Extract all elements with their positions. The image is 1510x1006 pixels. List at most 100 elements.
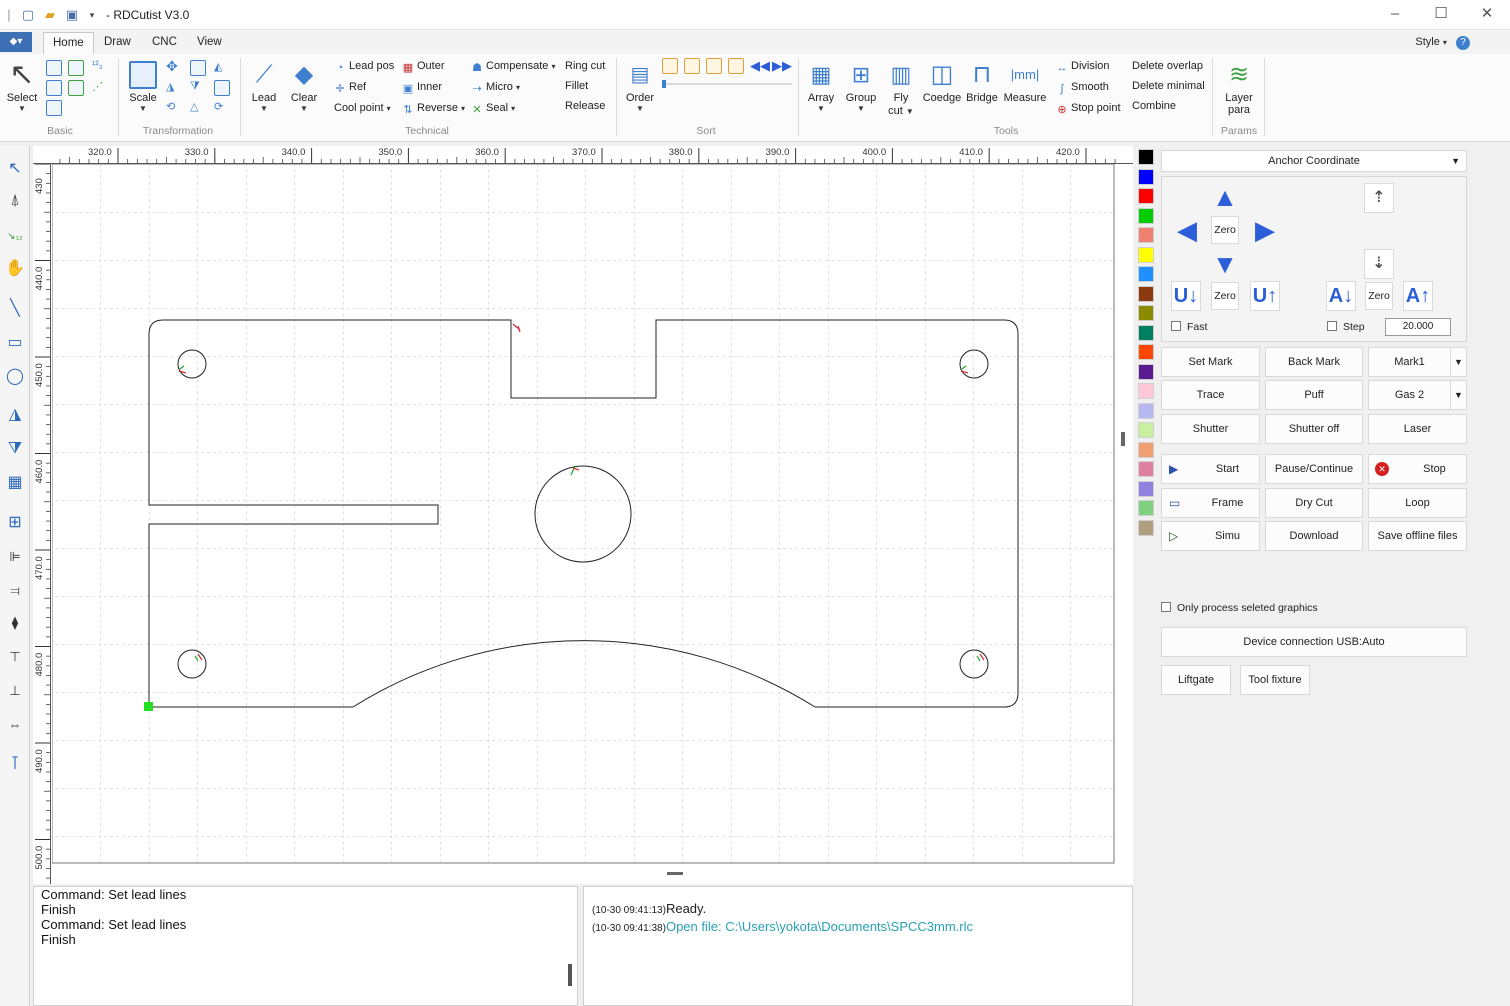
mirror-icon[interactable]: ◮ <box>4 404 26 426</box>
lead-pos-button[interactable]: ◔ Lead pos <box>334 60 395 74</box>
layer-color-swatch[interactable] <box>1138 168 1154 185</box>
group-button[interactable]: ⊞ Group ▼ <box>842 58 880 113</box>
layer-color-swatch[interactable] <box>1138 480 1154 497</box>
laser-button[interactable]: Laser <box>1368 414 1467 444</box>
sort-icon-3[interactable] <box>706 58 722 74</box>
log-text-link[interactable]: Open file: C:\Users\yokota\Documents\SPC… <box>666 919 973 934</box>
rotate-ccw-icon[interactable]: △ <box>190 100 206 116</box>
folder-select-icon[interactable] <box>68 80 84 96</box>
frame-select-icon[interactable] <box>46 100 62 116</box>
layer-color-swatch[interactable] <box>1138 363 1154 380</box>
gas-select[interactable]: Gas 2 ▼ <box>1368 380 1467 410</box>
pointer-icon[interactable]: ↖ <box>4 158 26 180</box>
order-numbers-icon[interactable]: ↘₁₂ <box>4 226 26 248</box>
save-icon[interactable]: ▣ <box>64 7 80 23</box>
a-up-button[interactable]: A↑ <box>1403 281 1433 311</box>
open-folder-icon[interactable]: ▰ <box>42 7 58 23</box>
align-icon[interactable]: ◭ <box>214 60 230 76</box>
layer-color-swatch[interactable] <box>1138 149 1154 165</box>
align-bottom-icon[interactable]: ⊥ <box>4 680 26 702</box>
set-mark-button[interactable]: Set Mark <box>1161 347 1260 377</box>
step-input[interactable]: 20.000 <box>1385 318 1451 336</box>
layer-color-swatch[interactable] <box>1138 227 1154 243</box>
layer-color-swatch[interactable] <box>1138 441 1154 458</box>
maximize-button[interactable]: ☐ <box>1426 4 1456 24</box>
flip-icon[interactable]: ⧩ <box>4 438 26 460</box>
liftgate-button[interactable]: Liftgate <box>1161 665 1231 695</box>
minimize-button[interactable]: – <box>1380 4 1410 24</box>
distribute-icon[interactable]: ⇔ <box>4 714 26 736</box>
node-edit-icon[interactable]: ⍋ <box>4 190 26 212</box>
layer-color-swatch[interactable] <box>1138 383 1154 399</box>
layer-color-swatch[interactable] <box>1138 500 1154 516</box>
mirror-v-icon[interactable]: ⧩ <box>190 80 206 96</box>
shutter-off-button[interactable]: Shutter off <box>1265 414 1363 444</box>
fillet-button[interactable]: Fillet <box>565 80 588 92</box>
sort-icon-2[interactable] <box>684 58 700 74</box>
tab-cnc[interactable]: CNC <box>143 32 186 54</box>
array-button[interactable]: ▦ Array ▼ <box>804 58 838 113</box>
u-down-button[interactable]: U↓ <box>1171 281 1201 311</box>
head-down-button[interactable]: ⇣ <box>1364 249 1394 279</box>
sort-slider-track[interactable] <box>662 83 792 85</box>
skew-icon[interactable] <box>214 80 230 96</box>
panel-splitter[interactable] <box>667 872 683 875</box>
align-center-icon[interactable]: ⧫ <box>4 612 26 634</box>
micro-button[interactable]: ⇢ Micro ▾ <box>471 81 520 95</box>
layer-color-swatch[interactable] <box>1138 461 1154 477</box>
app-menu-button[interactable]: ◆▾ <box>0 32 32 52</box>
division-button[interactable]: ↔ Division <box>1056 60 1110 74</box>
rect-select-icon[interactable] <box>46 80 62 96</box>
stop-button[interactable]: ✕ Stop <box>1368 454 1467 484</box>
jog-left-button[interactable]: ◀ <box>1172 215 1202 245</box>
layer-para-button[interactable]: ≋ Layer para <box>1218 58 1260 116</box>
layer-color-swatch[interactable] <box>1138 246 1154 263</box>
lead-button[interactable]: ⟋ Lead ▼ <box>246 58 282 113</box>
layer-color-swatch[interactable] <box>1138 324 1154 341</box>
rectangle-icon[interactable]: ▭ <box>4 332 26 354</box>
u-up-button[interactable]: U↑ <box>1250 281 1280 311</box>
pause-continue-button[interactable]: Pause/Continue <box>1265 454 1363 484</box>
delete-overlap-button[interactable]: Delete overlap <box>1132 60 1203 72</box>
stop-point-button[interactable]: ⊕ Stop point <box>1056 102 1120 116</box>
trace-button[interactable]: Trace <box>1161 380 1260 410</box>
tab-home[interactable]: Home <box>43 32 94 54</box>
zero-xy-button[interactable]: Zero <box>1211 216 1239 244</box>
edit-node-icon[interactable] <box>46 60 62 76</box>
drawing-canvas[interactable]: 320.0 330.0 340.0 350.0 360.0 370.0 380.0 390.0… <box>33 146 1133 884</box>
back-mark-button[interactable]: Back Mark <box>1265 347 1363 377</box>
combine-button[interactable]: Combine <box>1132 100 1176 112</box>
layer-color-swatch[interactable] <box>1138 207 1154 224</box>
layer-color-swatch[interactable] <box>1138 344 1154 360</box>
layer-color-swatch[interactable] <box>1138 402 1154 419</box>
clear-button[interactable]: ◆ Clear ▼ <box>286 58 322 113</box>
move-icon[interactable]: ✥ <box>166 58 182 74</box>
mirror-h-icon[interactable]: ◮ <box>166 80 182 96</box>
measure-button[interactable]: |mm| Measure <box>1002 58 1048 104</box>
delete-minimal-button[interactable]: Delete minimal <box>1132 80 1205 92</box>
ellipse-icon[interactable]: ◯ <box>4 366 26 388</box>
coedge-button[interactable]: ◫ Coedge <box>922 58 962 104</box>
help-icon[interactable]: ? <box>1456 36 1470 50</box>
reverse-button[interactable]: ⇅ Reverse ▾ <box>402 102 465 116</box>
select-button[interactable]: ↖ Select ▼ <box>4 58 40 113</box>
first-icon[interactable]: ◀◀ <box>750 58 770 74</box>
shutter-button[interactable]: Shutter <box>1161 414 1260 444</box>
text-tool-icon[interactable]: ⊺ <box>4 752 26 774</box>
compensate-button[interactable]: ☗ Compensate ▾ <box>471 60 555 74</box>
layer-color-swatch[interactable] <box>1138 305 1154 321</box>
size-icon[interactable] <box>190 60 206 76</box>
scale-button[interactable]: Scale ▼ <box>124 58 162 113</box>
command-log-scrollbar[interactable] <box>568 964 572 986</box>
layer-color-swatch[interactable] <box>1138 422 1154 438</box>
hand-icon[interactable]: ✋ <box>4 258 26 280</box>
close-button[interactable]: ✕ <box>1472 4 1502 24</box>
new-file-icon[interactable]: ▢ <box>20 7 36 23</box>
head-up-button[interactable]: ⇡ <box>1364 183 1394 213</box>
style-menu[interactable]: Style ▾ ? <box>1415 36 1470 50</box>
line-icon[interactable]: ╲ <box>4 298 26 320</box>
loop-button[interactable]: Loop <box>1368 488 1467 518</box>
rotate-icon[interactable]: ⟲ <box>166 100 182 116</box>
quick-access-dropdown-icon[interactable]: ▾ <box>84 7 100 23</box>
align-right-icon[interactable]: ⫤ <box>4 580 26 602</box>
